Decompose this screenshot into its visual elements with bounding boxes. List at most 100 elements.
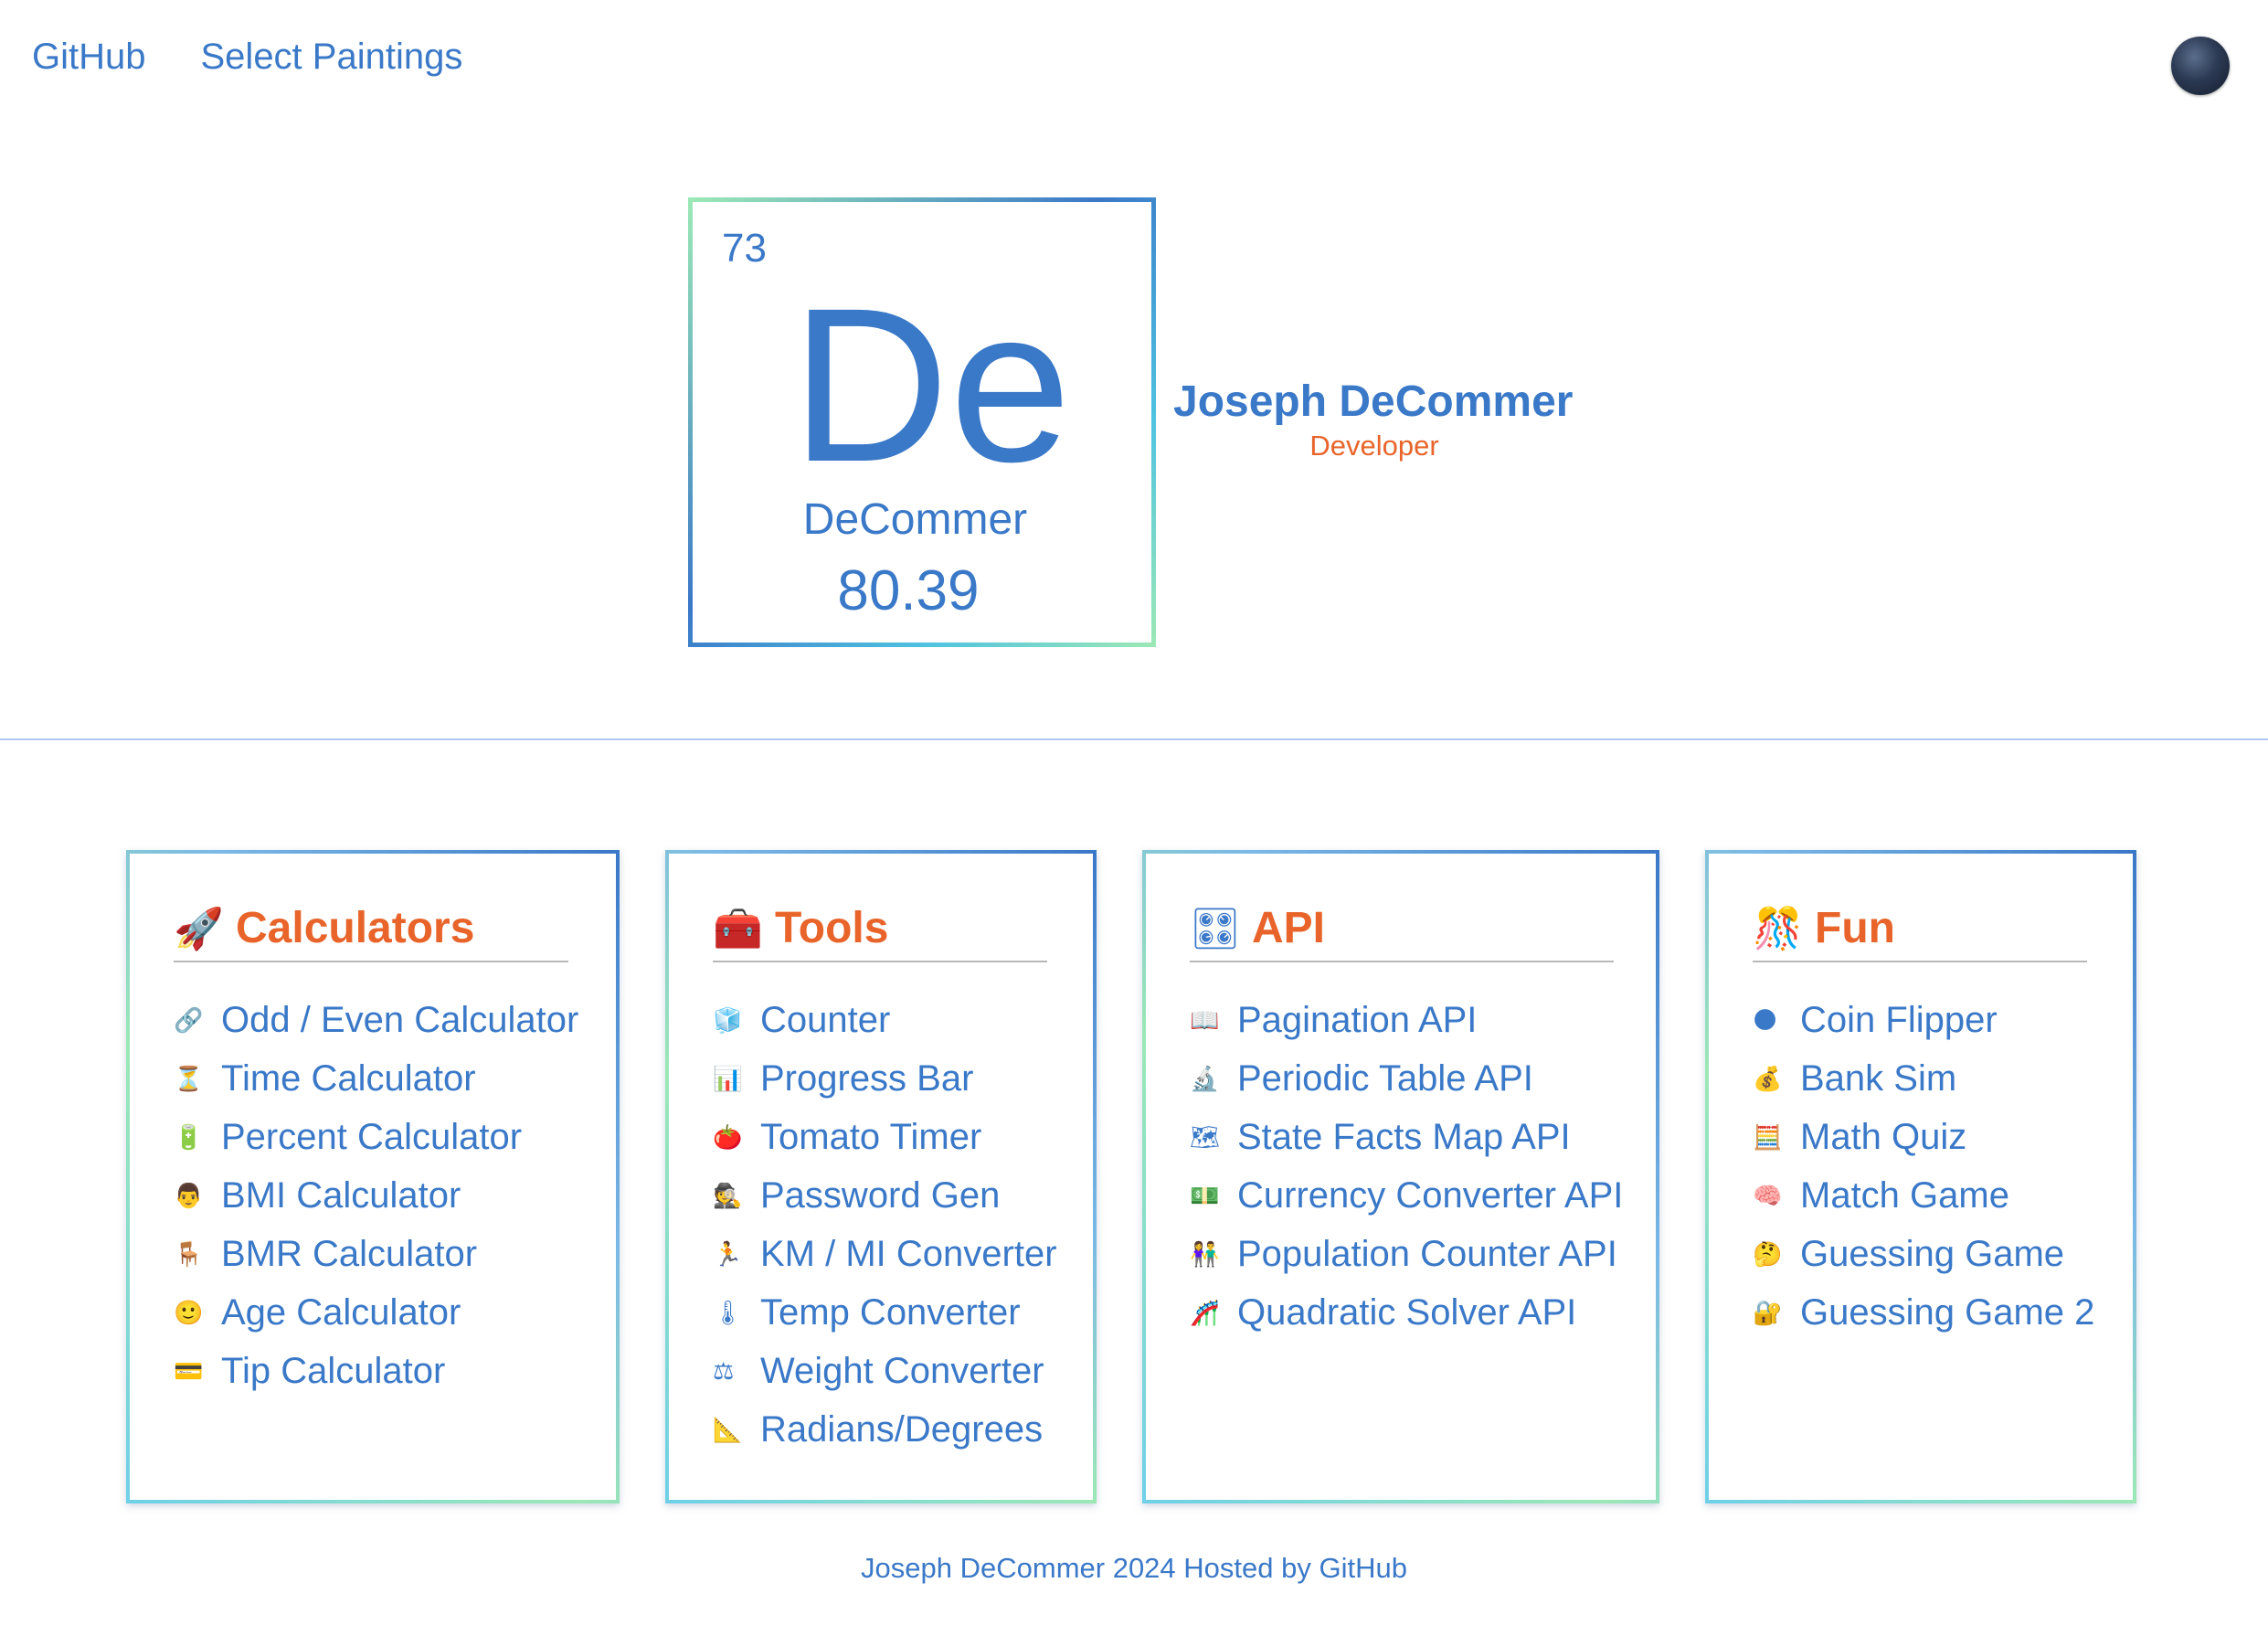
- list-item-percent-calculator[interactable]: 🔋 Percent Calculator: [174, 1108, 578, 1166]
- list-item-guessing-game[interactable]: 🤔 Guessing Game: [1753, 1225, 2094, 1283]
- card-title: API: [1252, 904, 1326, 952]
- card-title: Tools: [775, 904, 889, 952]
- list-item-label[interactable]: Match Game: [1800, 1175, 2009, 1216]
- link-icon: 🔗: [174, 1005, 204, 1034]
- moon-globe-icon[interactable]: [2171, 37, 2230, 95]
- list-item-label[interactable]: Time Calculator: [221, 1058, 476, 1100]
- thinking-face-icon: 🤔: [1753, 1239, 1783, 1268]
- dollar-bill-icon: 💵: [1190, 1181, 1220, 1209]
- ice-cube-icon: 🧊: [713, 1005, 743, 1034]
- list-item-label[interactable]: Tomato Timer: [760, 1117, 981, 1158]
- roller-coaster-icon: 🎢: [1190, 1298, 1220, 1326]
- list-item-label[interactable]: Quadratic Solver API: [1237, 1292, 1576, 1333]
- card-link-list: 🔗 Odd / Even Calculator ⏳ Time Calculator …: [174, 991, 578, 1400]
- detective-icon: 🕵: [713, 1181, 743, 1209]
- list-item-label[interactable]: Guessing Game: [1800, 1234, 2064, 1275]
- list-item-label[interactable]: Password Gen: [760, 1175, 1000, 1216]
- list-item-tip-calculator[interactable]: 💳 Tip Calculator: [174, 1342, 578, 1400]
- list-item-radians-degrees[interactable]: 📐 Radians/Degrees: [713, 1400, 1057, 1459]
- element-tile: 73 De DeCommer 80.39: [688, 197, 1156, 647]
- list-item-label[interactable]: Periodic Table API: [1237, 1058, 1533, 1100]
- atomic-number: 73: [722, 226, 767, 271]
- github-link[interactable]: GitHub: [32, 37, 146, 78]
- list-item-label[interactable]: Tip Calculator: [221, 1351, 445, 1392]
- list-item-periodic-table-api[interactable]: 🔬 Periodic Table API: [1190, 1049, 1623, 1108]
- money-bag-icon: 💰: [1753, 1064, 1783, 1092]
- page-footer: Joseph DeCommer 2024 Hosted by GitHub: [861, 1552, 1407, 1584]
- person-icon: 👨: [174, 1181, 204, 1209]
- list-item-label[interactable]: State Facts Map API: [1237, 1117, 1571, 1158]
- list-item-label[interactable]: Radians/Degrees: [760, 1409, 1043, 1450]
- list-item-progress-bar[interactable]: 📊 Progress Bar: [713, 1049, 1057, 1108]
- list-item-label[interactable]: BMI Calculator: [221, 1175, 461, 1216]
- brain-icon: 🧠: [1753, 1181, 1783, 1209]
- card-header: 🎛 API: [1190, 903, 1614, 962]
- list-item-label[interactable]: Weight Converter: [760, 1351, 1044, 1392]
- list-item-label[interactable]: KM / MI Converter: [760, 1234, 1057, 1275]
- face-icon: 🙂: [174, 1298, 204, 1326]
- card-header: 🎊 Fun: [1753, 903, 2087, 962]
- scale-icon: ⚖: [713, 1356, 735, 1385]
- card-title: Calculators: [236, 904, 475, 952]
- list-item-bank-sim[interactable]: 💰 Bank Sim: [1753, 1049, 2094, 1108]
- list-item-state-facts-map-api[interactable]: 🗺 State Facts Map API: [1190, 1108, 1623, 1166]
- list-item-label[interactable]: BMR Calculator: [221, 1234, 477, 1275]
- select-paintings-link[interactable]: Select Paintings: [201, 37, 463, 78]
- chair-icon: 🪑: [174, 1239, 204, 1268]
- list-item-label[interactable]: Temp Converter: [760, 1292, 1021, 1333]
- tomato-icon: 🍅: [713, 1122, 743, 1151]
- list-item-label[interactable]: Coin Flipper: [1800, 1000, 1998, 1041]
- list-item-odd-even-calculator[interactable]: 🔗 Odd / Even Calculator: [174, 991, 578, 1049]
- card-header: 🧰 Tools: [713, 903, 1047, 962]
- credit-card-icon: 💳: [174, 1356, 204, 1385]
- list-item-population-counter-api[interactable]: 👫 Population Counter API: [1190, 1225, 1623, 1283]
- list-item-label[interactable]: Counter: [760, 1000, 890, 1041]
- list-item-label[interactable]: Odd / Even Calculator: [221, 1000, 578, 1041]
- list-item-guessing-game-2[interactable]: 🔐 Guessing Game 2: [1753, 1283, 2094, 1342]
- list-item-label[interactable]: Bank Sim: [1800, 1058, 1956, 1100]
- thermometer-icon: 🌡: [713, 1298, 744, 1326]
- list-item-password-gen[interactable]: 🕵 Password Gen: [713, 1166, 1057, 1225]
- list-item-temp-converter[interactable]: 🌡 Temp Converter: [713, 1283, 1057, 1342]
- list-item-age-calculator[interactable]: 🙂 Age Calculator: [174, 1283, 578, 1342]
- list-item-tomato-timer[interactable]: 🍅 Tomato Timer: [713, 1108, 1057, 1166]
- list-item-pagination-api[interactable]: 📖 Pagination API: [1190, 991, 1623, 1049]
- card-link-list: 🌑 Coin Flipper 💰 Bank Sim 🧮 Math Quiz 🧠 Matc…: [1753, 991, 2094, 1342]
- microscope-icon: 🔬: [1190, 1064, 1220, 1092]
- list-item-currency-converter-api[interactable]: 💵 Currency Converter API: [1190, 1166, 1623, 1225]
- card-title: Fun: [1815, 904, 1895, 952]
- card-link-list: 📖 Pagination API 🔬 Periodic Table API 🗺 Sta…: [1190, 991, 1623, 1342]
- confetti-icon: 🎊: [1753, 906, 1803, 951]
- list-item-bmi-calculator[interactable]: 👨 BMI Calculator: [174, 1166, 578, 1225]
- list-item-label[interactable]: Pagination API: [1237, 1000, 1477, 1041]
- list-item-counter[interactable]: 🧊 Counter: [713, 991, 1057, 1049]
- list-item-label[interactable]: Progress Bar: [760, 1058, 973, 1100]
- list-item-coin-flipper[interactable]: 🌑 Coin Flipper: [1753, 991, 2094, 1049]
- people-icon: 👫: [1190, 1239, 1220, 1268]
- list-item-km-mi-converter[interactable]: 🏃 KM / MI Converter: [713, 1225, 1057, 1283]
- rocket-icon: 🚀: [174, 906, 224, 951]
- list-item-label[interactable]: Population Counter API: [1237, 1234, 1617, 1275]
- list-item-quadratic-solver-api[interactable]: 🎢 Quadratic Solver API: [1190, 1283, 1623, 1342]
- abacus-icon: 🧮: [1753, 1122, 1783, 1151]
- list-item-label[interactable]: Percent Calculator: [221, 1117, 522, 1158]
- moon-icon: 🌑: [1753, 1005, 1778, 1034]
- list-item-label[interactable]: Age Calculator: [221, 1292, 461, 1333]
- element-name: DeCommer: [802, 495, 1028, 544]
- list-item-time-calculator[interactable]: ⏳ Time Calculator: [174, 1049, 578, 1108]
- toolbox-icon: 🧰: [713, 906, 763, 951]
- top-nav: GitHub Select Paintings: [32, 37, 462, 78]
- list-item-label[interactable]: Math Quiz: [1800, 1117, 1966, 1158]
- bar-chart-icon: 📊: [713, 1064, 743, 1092]
- list-item-bmr-calculator[interactable]: 🪑 BMR Calculator: [174, 1225, 578, 1283]
- open-book-icon: 📖: [1190, 1005, 1220, 1034]
- list-item-math-quiz[interactable]: 🧮 Math Quiz: [1753, 1108, 2094, 1166]
- fun-card: 🎊 Fun 🌑 Coin Flipper 💰 Bank Sim 🧮 Math Quiz…: [1705, 850, 2136, 1503]
- tools-card: 🧰 Tools 🧊 Counter 📊 Progress Bar 🍅 Tomato T…: [665, 850, 1097, 1503]
- list-item-match-game[interactable]: 🧠 Match Game: [1753, 1166, 2094, 1225]
- list-item-label[interactable]: Currency Converter API: [1237, 1175, 1623, 1216]
- list-item-weight-converter[interactable]: ⚖ Weight Converter: [713, 1342, 1057, 1400]
- atomic-mass: 80.39: [837, 559, 980, 622]
- control-knobs-icon: 🎛: [1190, 906, 1241, 951]
- list-item-label[interactable]: Guessing Game 2: [1800, 1292, 2094, 1333]
